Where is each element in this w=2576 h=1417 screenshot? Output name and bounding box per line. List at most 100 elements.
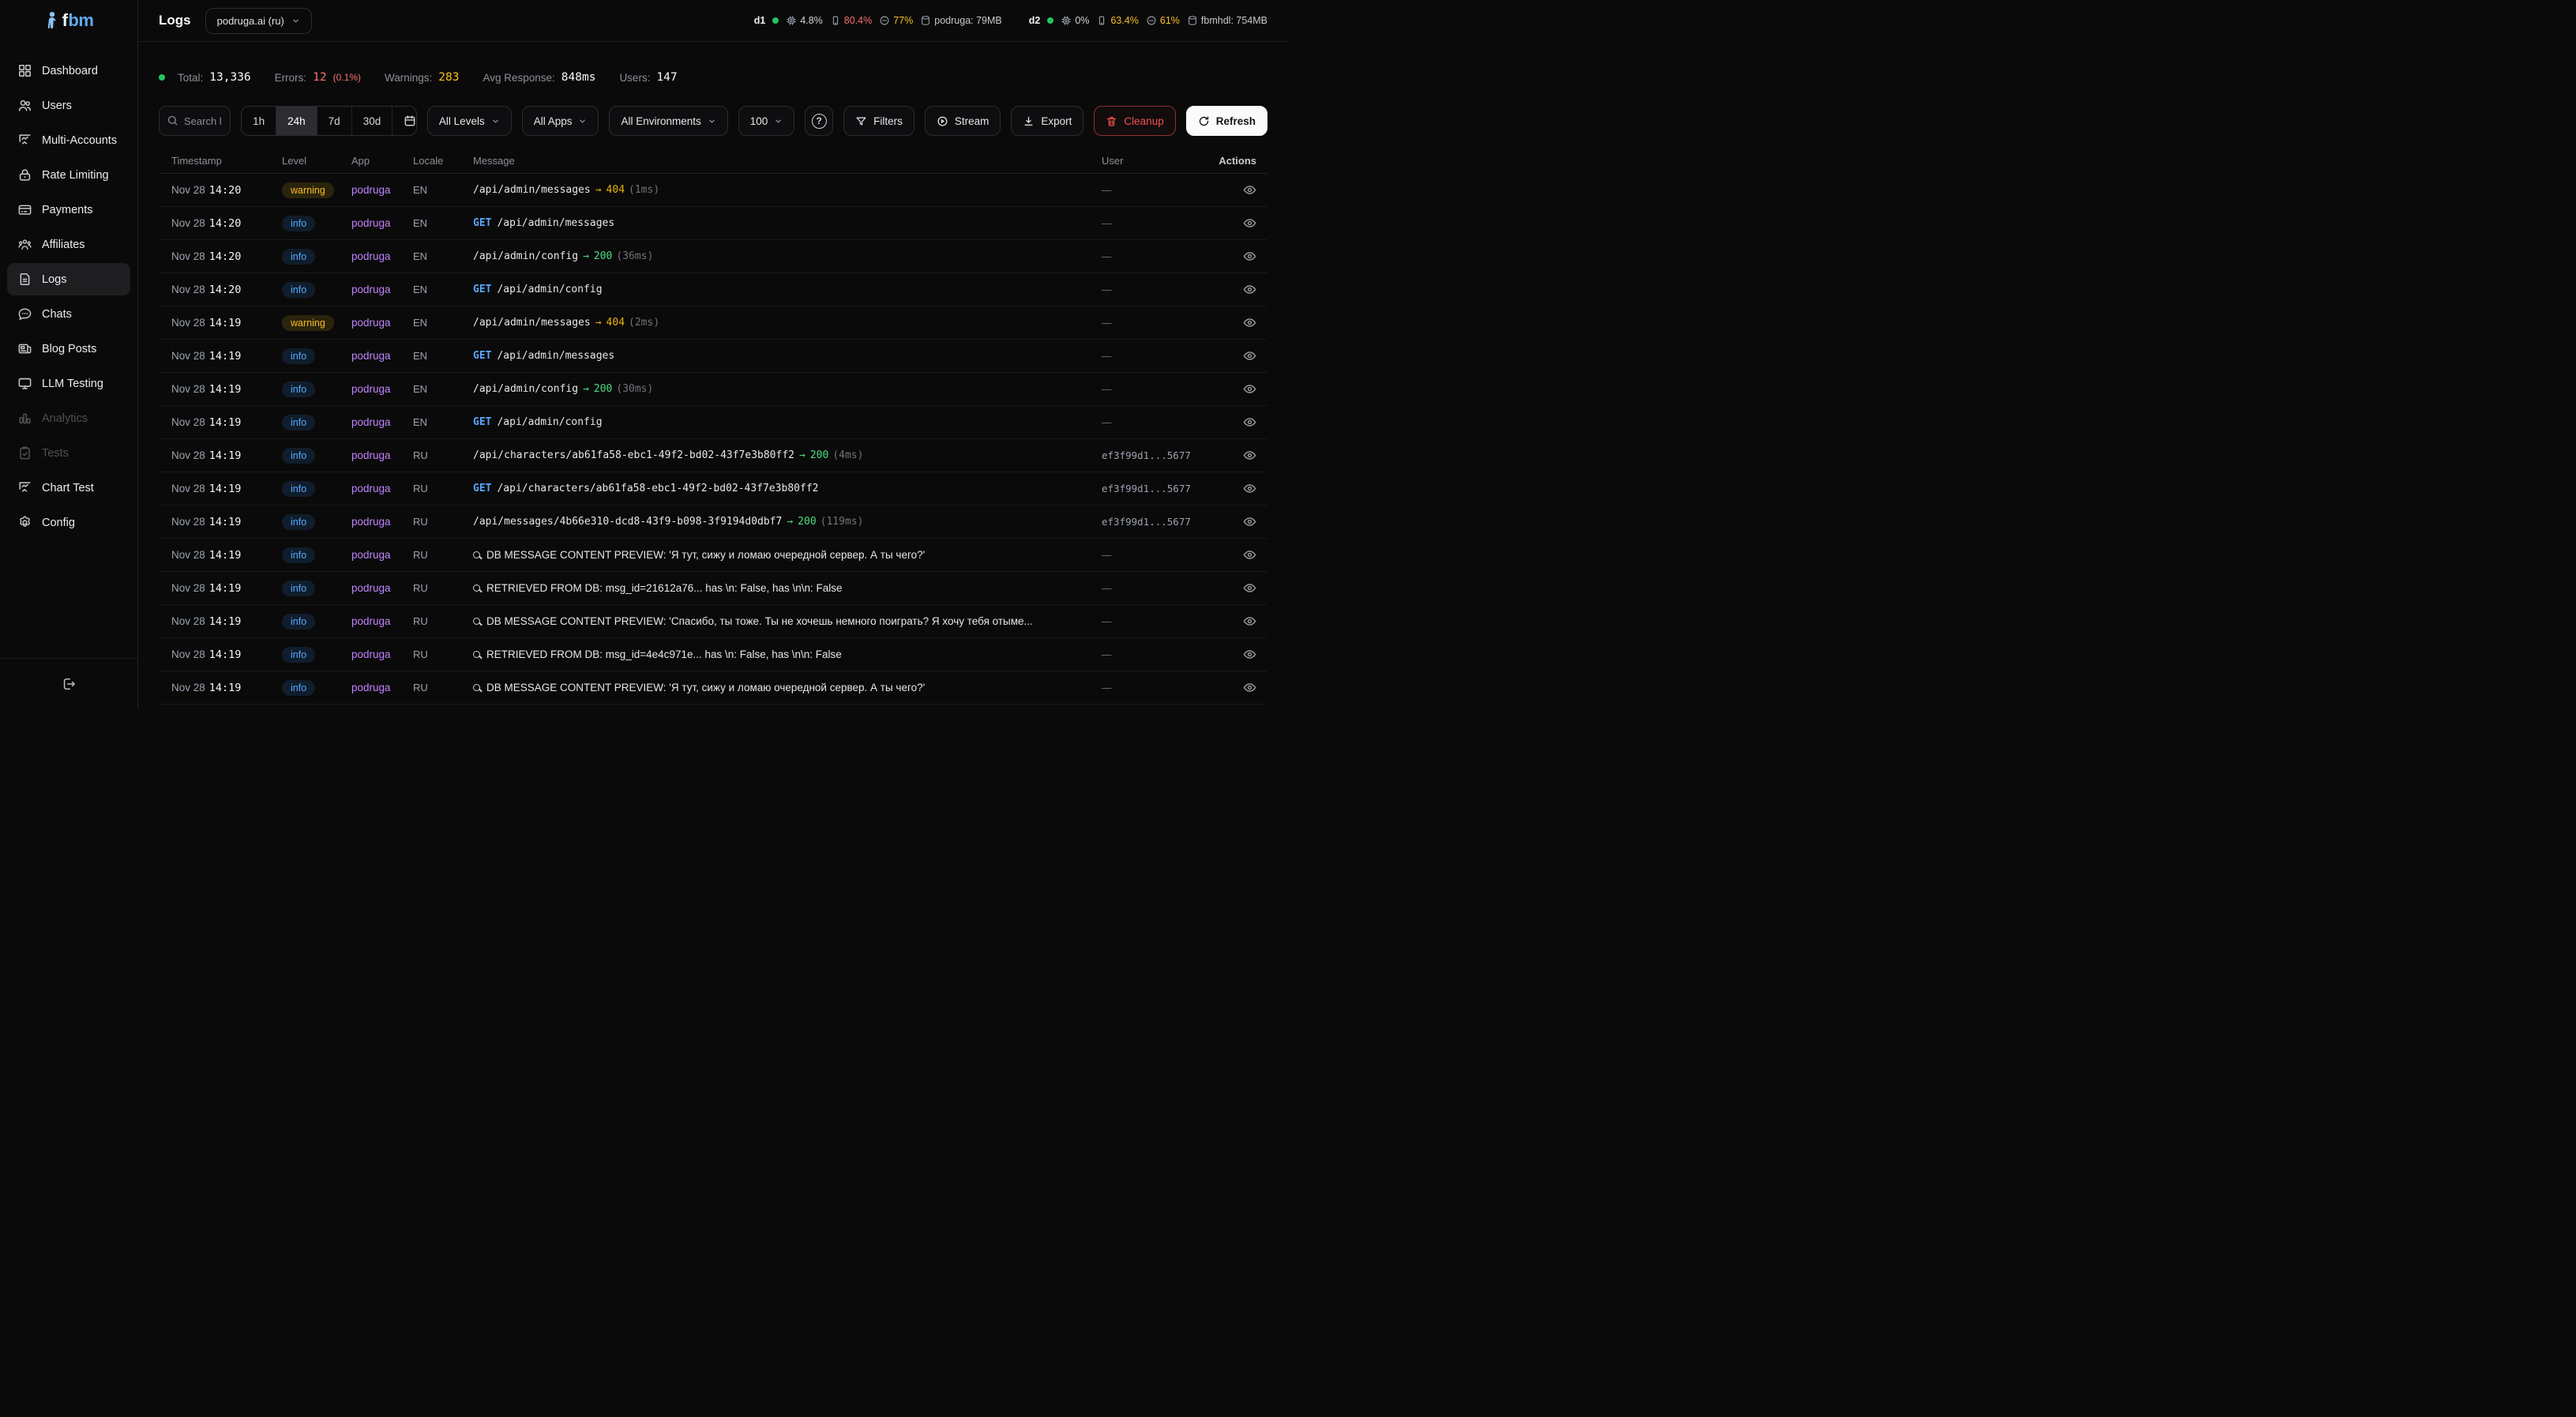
view-log-button[interactable] bbox=[1243, 316, 1256, 329]
log-app: podruga bbox=[339, 483, 400, 494]
range-1h-button[interactable]: 1h bbox=[242, 107, 276, 135]
sidebar-item-label: Tests bbox=[42, 447, 69, 460]
sidebar-item-dashboard[interactable]: Dashboard bbox=[7, 54, 130, 87]
range-30d-button[interactable]: 30d bbox=[351, 107, 392, 135]
sidebar-item-rate-limiting[interactable]: Rate Limiting bbox=[7, 159, 130, 191]
view-log-button[interactable] bbox=[1243, 250, 1256, 263]
sidebar-item-label: Multi-Accounts bbox=[42, 134, 117, 147]
log-app: podruga bbox=[339, 350, 400, 362]
sidebar-item-chats[interactable]: Chats bbox=[7, 298, 130, 330]
view-log-button[interactable] bbox=[1243, 382, 1256, 396]
sidebar-item-users[interactable]: Users bbox=[7, 89, 130, 122]
log-timestamp: Nov 2814:19 bbox=[159, 548, 269, 562]
limit-select[interactable]: 100 bbox=[738, 106, 795, 136]
play-circle-icon bbox=[937, 115, 948, 127]
log-app: podruga bbox=[339, 217, 400, 229]
search-box bbox=[159, 106, 231, 136]
view-log-button[interactable] bbox=[1243, 349, 1256, 363]
view-log-button[interactable] bbox=[1243, 183, 1256, 197]
log-message: RETRIEVED FROM DB: msg_id=21612a76... ha… bbox=[460, 582, 1089, 594]
log-message: DB MESSAGE CONTENT PREVIEW: 'Спасибо, ты… bbox=[460, 615, 1089, 627]
online-dot-icon bbox=[1047, 17, 1053, 24]
view-log-button[interactable] bbox=[1243, 581, 1256, 595]
sidebar-item-payments[interactable]: Payments bbox=[7, 194, 130, 226]
sidebar-item-llm-testing[interactable]: LLM Testing bbox=[7, 367, 130, 400]
cleanup-button[interactable]: Cleanup bbox=[1094, 106, 1175, 136]
refresh-button[interactable]: Refresh bbox=[1186, 106, 1267, 136]
calendar-button[interactable] bbox=[392, 107, 417, 135]
view-log-button[interactable] bbox=[1243, 615, 1256, 628]
log-message: GET/api/admin/config bbox=[460, 284, 1089, 295]
log-actions bbox=[1243, 349, 1267, 363]
level-filter-select[interactable]: All Levels bbox=[427, 106, 512, 136]
sidebar-item-label: Users bbox=[42, 100, 72, 112]
project-selector[interactable]: podruga.ai (ru) bbox=[205, 8, 312, 34]
log-app: podruga bbox=[339, 317, 400, 329]
export-button[interactable]: Export bbox=[1011, 106, 1083, 136]
log-locale: RU bbox=[400, 615, 460, 627]
help-button[interactable]: ? bbox=[805, 106, 833, 136]
stream-button[interactable]: Stream bbox=[925, 106, 1001, 136]
log-timestamp: Nov 2814:19 bbox=[159, 648, 269, 661]
log-level: info bbox=[269, 216, 339, 231]
log-locale: RU bbox=[400, 582, 460, 594]
log-message: DB MESSAGE CONTENT PREVIEW: 'Я тут, сижу… bbox=[460, 682, 1089, 693]
chart-flag-icon bbox=[17, 133, 32, 148]
newspaper-icon bbox=[17, 341, 32, 356]
sidebar-item-chart-test[interactable]: Chart Test bbox=[7, 472, 130, 504]
main-content: Logs podruga.ai (ru) d14.8%80.4%77%podru… bbox=[138, 0, 1288, 708]
log-locale: EN bbox=[400, 217, 460, 229]
top-bar: Logs podruga.ai (ru) d14.8%80.4%77%podru… bbox=[138, 0, 1288, 42]
filters-button[interactable]: Filters bbox=[843, 106, 914, 136]
sidebar-item-config[interactable]: Config bbox=[7, 506, 130, 539]
log-actions bbox=[1243, 648, 1267, 661]
magnifier-icon bbox=[473, 551, 480, 558]
view-log-button[interactable] bbox=[1243, 548, 1256, 562]
log-actions bbox=[1243, 183, 1267, 197]
log-app: podruga bbox=[339, 582, 400, 594]
chevron-down-icon bbox=[708, 117, 716, 126]
sidebar-item-logs[interactable]: Logs bbox=[7, 263, 130, 295]
log-timestamp: Nov 2814:19 bbox=[159, 415, 269, 429]
clipboard-check-icon bbox=[17, 445, 32, 460]
table-row: Nov 2814:19infopodrugaRUDB MESSAGE CONTE… bbox=[159, 671, 1267, 705]
log-user: — bbox=[1089, 251, 1223, 262]
person-icon bbox=[44, 11, 60, 30]
app-filter-select[interactable]: All Apps bbox=[522, 106, 599, 136]
view-log-button[interactable] bbox=[1243, 415, 1256, 429]
log-user: — bbox=[1089, 649, 1223, 660]
log-locale: EN bbox=[400, 383, 460, 395]
log-timestamp: Nov 2814:19 bbox=[159, 681, 269, 694]
view-log-button[interactable] bbox=[1243, 648, 1256, 661]
view-log-button[interactable] bbox=[1243, 449, 1256, 462]
view-log-button[interactable] bbox=[1243, 681, 1256, 694]
view-log-button[interactable] bbox=[1243, 515, 1256, 528]
view-log-button[interactable] bbox=[1243, 283, 1256, 296]
eye-icon bbox=[1243, 250, 1256, 263]
brand-logo: fbm bbox=[0, 0, 137, 42]
range-7d-button[interactable]: 7d bbox=[317, 107, 351, 135]
help-icon: ? bbox=[812, 114, 827, 129]
log-timestamp: Nov 2814:19 bbox=[159, 482, 269, 495]
log-timestamp: Nov 2814:19 bbox=[159, 382, 269, 396]
sidebar-item-blog-posts[interactable]: Blog Posts bbox=[7, 333, 130, 365]
log-user: — bbox=[1089, 185, 1223, 196]
env-filter-select[interactable]: All Environments bbox=[609, 106, 727, 136]
server-stats: d14.8%80.4%77%podruga: 79MBd20%63.4%61%f… bbox=[754, 15, 1267, 26]
view-log-button[interactable] bbox=[1243, 482, 1256, 495]
cpu-icon bbox=[1061, 15, 1072, 26]
log-app: podruga bbox=[339, 516, 400, 528]
sidebar-item-affiliates[interactable]: Affiliates bbox=[7, 228, 130, 261]
sidebar-item-multi-accounts[interactable]: Multi-Accounts bbox=[7, 124, 130, 156]
sidebar-item-label: Affiliates bbox=[42, 239, 85, 251]
table-body: Nov 2814:20warningpodrugaEN/api/admin/me… bbox=[159, 174, 1267, 705]
log-level: info bbox=[269, 547, 339, 563]
view-log-button[interactable] bbox=[1243, 216, 1256, 230]
page-title: Logs bbox=[159, 13, 191, 28]
logout-button[interactable] bbox=[61, 676, 77, 692]
table-row: Nov 2814:19infopodrugaRURETRIEVED FROM D… bbox=[159, 572, 1267, 605]
range-24h-button[interactable]: 24h bbox=[276, 107, 317, 135]
eye-icon bbox=[1243, 581, 1256, 595]
log-actions bbox=[1243, 615, 1267, 628]
eye-icon bbox=[1243, 382, 1256, 396]
